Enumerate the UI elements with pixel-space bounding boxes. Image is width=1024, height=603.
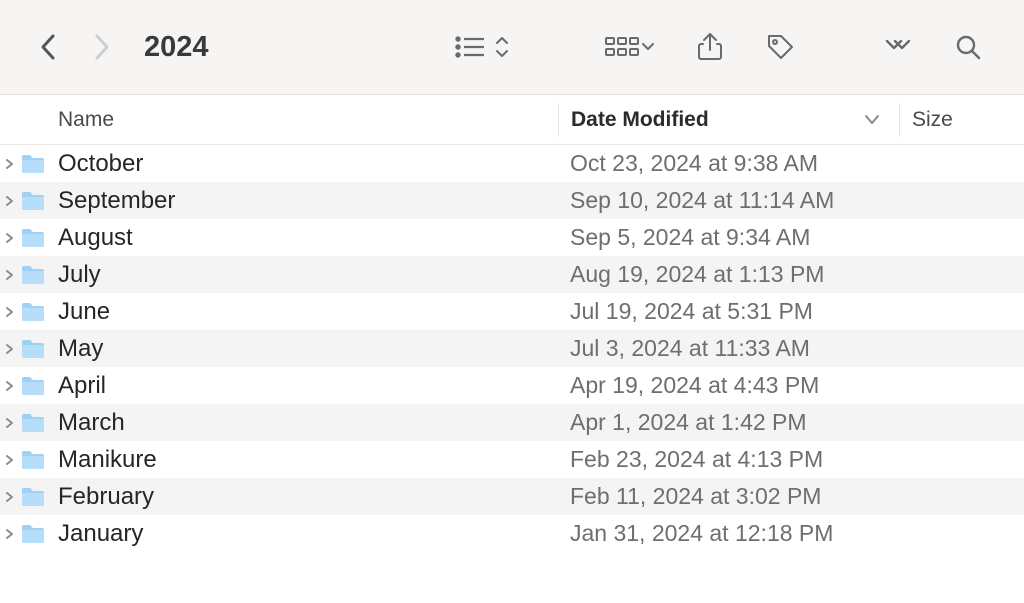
item-name: June xyxy=(54,298,558,326)
folder-icon xyxy=(18,337,48,361)
group-by-button[interactable] xyxy=(594,25,666,69)
disclosure-triangle-icon[interactable] xyxy=(0,306,18,318)
column-header-date-label: Date Modified xyxy=(571,108,709,132)
disclosure-triangle-icon[interactable] xyxy=(0,195,18,207)
folder-row[interactable]: OctoberOct 23, 2024 at 9:38 AM xyxy=(0,145,1024,182)
item-date-modified: Feb 11, 2024 at 3:02 PM xyxy=(558,483,900,510)
folder-icon xyxy=(18,300,48,324)
item-name: September xyxy=(54,187,558,215)
folder-row[interactable]: ManikureFeb 23, 2024 at 4:13 PM xyxy=(0,441,1024,478)
disclosure-triangle-icon[interactable] xyxy=(0,528,18,540)
item-name: Manikure xyxy=(54,446,558,474)
folder-icon xyxy=(18,485,48,509)
disclosure-triangle-icon[interactable] xyxy=(0,343,18,355)
item-date-modified: Jul 3, 2024 at 11:33 AM xyxy=(558,335,900,362)
folder-icon xyxy=(18,226,48,250)
column-headers: Name Date Modified Size xyxy=(0,95,1024,145)
folder-icon xyxy=(18,189,48,213)
folder-row[interactable]: AprilApr 19, 2024 at 4:43 PM xyxy=(0,367,1024,404)
back-button[interactable] xyxy=(30,28,68,66)
item-name: October xyxy=(54,150,558,178)
item-date-modified: Apr 1, 2024 at 1:42 PM xyxy=(558,409,900,436)
folder-row[interactable]: MayJul 3, 2024 at 11:33 AM xyxy=(0,330,1024,367)
forward-button[interactable] xyxy=(82,28,120,66)
folder-row[interactable]: FebruaryFeb 11, 2024 at 3:02 PM xyxy=(0,478,1024,515)
disclosure-triangle-icon[interactable] xyxy=(0,158,18,170)
folder-row[interactable]: AugustSep 5, 2024 at 9:34 AM xyxy=(0,219,1024,256)
folder-row[interactable]: JanuaryJan 31, 2024 at 12:18 PM xyxy=(0,515,1024,552)
column-header-name[interactable]: Name xyxy=(0,108,558,132)
folder-icon xyxy=(18,448,48,472)
folder-row[interactable]: SeptemberSep 10, 2024 at 11:14 AM xyxy=(0,182,1024,219)
folder-icon xyxy=(18,522,48,546)
column-header-date-modified[interactable]: Date Modified xyxy=(559,108,899,132)
folder-row[interactable]: JuneJul 19, 2024 at 5:31 PM xyxy=(0,293,1024,330)
column-header-size[interactable]: Size xyxy=(900,108,1024,132)
item-date-modified: Apr 19, 2024 at 4:43 PM xyxy=(558,372,900,399)
folder-icon xyxy=(18,152,48,176)
item-name: August xyxy=(54,224,558,252)
tags-button[interactable] xyxy=(754,25,806,69)
folder-row[interactable]: MarchApr 1, 2024 at 1:42 PM xyxy=(0,404,1024,441)
disclosure-triangle-icon[interactable] xyxy=(0,380,18,392)
search-button[interactable] xyxy=(942,25,994,69)
folder-icon xyxy=(18,374,48,398)
folder-icon xyxy=(18,263,48,287)
overflow-button[interactable] xyxy=(872,25,924,69)
item-name: February xyxy=(54,483,558,511)
item-date-modified: Jul 19, 2024 at 5:31 PM xyxy=(558,298,900,325)
disclosure-triangle-icon[interactable] xyxy=(0,417,18,429)
item-name: May xyxy=(54,335,558,363)
toolbar-controls xyxy=(446,25,994,69)
item-date-modified: Jan 31, 2024 at 12:18 PM xyxy=(558,520,900,547)
window-title: 2024 xyxy=(144,31,209,64)
item-date-modified: Sep 10, 2024 at 11:14 AM xyxy=(558,187,900,214)
share-button[interactable] xyxy=(684,25,736,69)
item-name: July xyxy=(54,261,558,289)
finder-window: 2024 xyxy=(0,0,1024,603)
disclosure-triangle-icon[interactable] xyxy=(0,232,18,244)
file-list: OctoberOct 23, 2024 at 9:38 AMSeptemberS… xyxy=(0,145,1024,552)
toolbar: 2024 xyxy=(0,0,1024,95)
folder-row[interactable]: JulyAug 19, 2024 at 1:13 PM xyxy=(0,256,1024,293)
view-list-button[interactable] xyxy=(446,25,518,69)
item-date-modified: Aug 19, 2024 at 1:13 PM xyxy=(558,261,900,288)
item-name: April xyxy=(54,372,558,400)
item-name: March xyxy=(54,409,558,437)
folder-icon xyxy=(18,411,48,435)
disclosure-triangle-icon[interactable] xyxy=(0,269,18,281)
item-date-modified: Sep 5, 2024 at 9:34 AM xyxy=(558,224,900,251)
item-name: January xyxy=(54,520,558,548)
disclosure-triangle-icon[interactable] xyxy=(0,454,18,466)
disclosure-triangle-icon[interactable] xyxy=(0,491,18,503)
item-date-modified: Oct 23, 2024 at 9:38 AM xyxy=(558,150,900,177)
sort-indicator-icon xyxy=(863,108,881,132)
item-date-modified: Feb 23, 2024 at 4:13 PM xyxy=(558,446,900,473)
